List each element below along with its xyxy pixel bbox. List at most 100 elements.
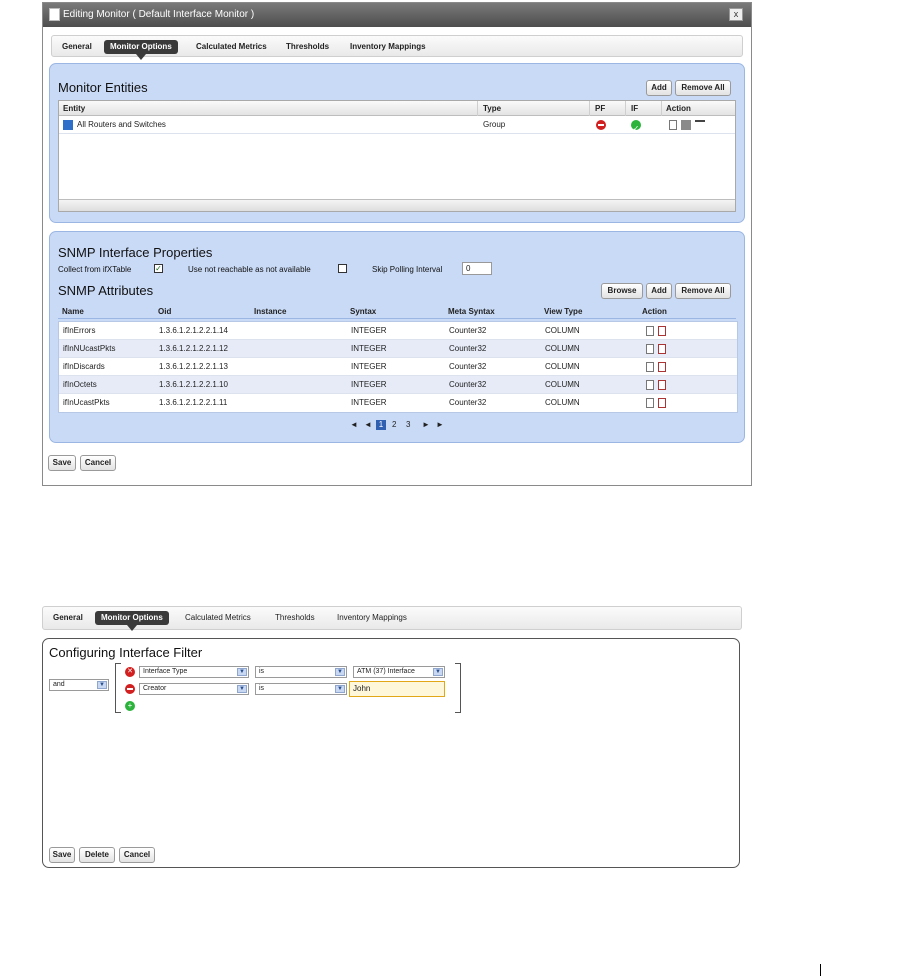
column-divider [477, 101, 478, 116]
group-icon [63, 120, 73, 130]
col-type[interactable]: Type [483, 101, 501, 116]
attributes-table: ifInErrors 1.3.6.1.2.1.2.2.1.14 INTEGER … [58, 321, 738, 413]
filter-value-input[interactable]: John [349, 681, 445, 697]
tab-inventory-mappings[interactable]: Inventory Mappings [344, 40, 432, 54]
edit-icon[interactable] [646, 326, 654, 336]
col-name[interactable]: Name [62, 304, 84, 319]
not-reachable-label: Use not reachable as not available [188, 265, 311, 274]
tab-inventory-mappings[interactable]: Inventory Mappings [331, 611, 413, 625]
col-oid[interactable]: Oid [158, 304, 171, 319]
add-entity-button[interactable]: Add [646, 80, 672, 96]
edit-icon[interactable] [646, 380, 654, 390]
editing-monitor-dialog: Editing Monitor ( Default Interface Moni… [42, 2, 752, 486]
table-row[interactable]: ifInErrors 1.3.6.1.2.1.2.2.1.14 INTEGER … [59, 322, 737, 340]
save-button[interactable]: Save [48, 455, 76, 471]
filter-field-select[interactable]: Creator ▼ [139, 683, 249, 695]
col-meta-syntax[interactable]: Meta Syntax [448, 304, 495, 319]
dialog-titlebar[interactable]: Editing Monitor ( Default Interface Moni… [43, 3, 751, 27]
tab-monitor-options[interactable]: Monitor Options [95, 611, 169, 631]
attr-oid: 1.3.6.1.2.1.2.2.1.10 [159, 380, 228, 389]
prev-page-icon[interactable]: ◄ [364, 418, 372, 432]
attr-syntax: INTEGER [351, 362, 387, 371]
attr-syntax: INTEGER [351, 326, 387, 335]
collect-ifxtable-label: Collect from ifXTable [58, 265, 132, 274]
monitor-entities-panel: Monitor Entities Add Remove All Entity T… [49, 63, 745, 223]
add-filter-icon[interactable]: + [125, 701, 135, 711]
first-page-icon[interactable]: ◄ [350, 418, 358, 432]
close-icon[interactable]: x [729, 8, 743, 21]
col-action[interactable]: Action [666, 101, 691, 116]
chevron-down-icon: ▼ [97, 681, 107, 689]
attributes-table-header: Name Oid Instance Syntax Meta Syntax Vie… [58, 304, 736, 319]
edit-icon[interactable] [646, 398, 654, 408]
tab-thresholds[interactable]: Thresholds [269, 611, 321, 625]
remove-all-entities-button[interactable]: Remove All [675, 80, 731, 96]
table-row[interactable]: ifInOctets 1.3.6.1.2.1.2.2.1.10 INTEGER … [59, 376, 737, 394]
attr-name: ifInOctets [63, 380, 97, 389]
monitor-entities-title: Monitor Entities [58, 80, 148, 95]
page-3-link[interactable]: 3 [406, 418, 410, 432]
col-instance[interactable]: Instance [254, 304, 286, 319]
col-view-type[interactable]: View Type [544, 304, 582, 319]
edit-icon[interactable] [669, 120, 677, 130]
operator-select[interactable]: and ▼ [49, 679, 109, 691]
next-page-icon[interactable]: ► [422, 418, 430, 432]
tab-calculated-metrics[interactable]: Calculated Metrics [190, 40, 273, 54]
table-row[interactable]: ifInNUcastPkts 1.3.6.1.2.1.2.2.1.12 INTE… [59, 340, 737, 358]
col-if[interactable]: IF [631, 101, 638, 116]
filter-field-value: Interface Type [143, 668, 188, 675]
col-syntax[interactable]: Syntax [350, 304, 376, 319]
cancel-button[interactable]: Cancel [80, 455, 116, 471]
col-entity[interactable]: Entity [63, 101, 85, 116]
attr-meta-syntax: Counter32 [449, 398, 487, 407]
edit-icon[interactable] [646, 344, 654, 354]
cancel-button[interactable]: Cancel [119, 847, 155, 863]
monitor-icon[interactable] [681, 120, 691, 130]
save-button[interactable]: Save [49, 847, 75, 863]
skip-polling-input[interactable]: 0 [462, 262, 492, 275]
delete-icon[interactable] [658, 326, 666, 336]
remove-all-attributes-button[interactable]: Remove All [675, 283, 731, 299]
last-page-icon[interactable]: ► [436, 418, 444, 432]
col-pf[interactable]: PF [595, 101, 605, 116]
filter-value-select[interactable]: ATM (37) Interface ▼ [353, 666, 445, 678]
edit-icon[interactable] [646, 362, 654, 372]
tab-calculated-metrics[interactable]: Calculated Metrics [179, 611, 257, 625]
attr-view-type: COLUMN [545, 398, 580, 407]
filter-icon[interactable] [695, 120, 705, 130]
collect-ifxtable-checkbox[interactable]: ✓ [154, 264, 163, 273]
filter-op-select[interactable]: is ▼ [255, 666, 347, 678]
tab-thresholds[interactable]: Thresholds [280, 40, 335, 54]
page-1-link[interactable]: 1 [376, 420, 386, 430]
column-divider [661, 101, 662, 116]
page-margin-rule [820, 964, 821, 976]
pagination: ◄ ◄ 1 2 3 ► ► [350, 418, 460, 432]
filter-op-select[interactable]: is ▼ [255, 683, 347, 695]
table-row[interactable]: All Routers and Switches Group ✓ [59, 116, 735, 134]
delete-icon[interactable] [658, 398, 666, 408]
delete-icon[interactable] [658, 344, 666, 354]
tab-general[interactable]: General [47, 611, 89, 625]
attr-oid: 1.3.6.1.2.1.2.2.1.14 [159, 326, 228, 335]
remove-filter-icon[interactable]: ✕ [125, 667, 135, 677]
table-row[interactable]: ifInUcastPkts 1.3.6.1.2.1.2.2.1.11 INTEG… [59, 394, 737, 412]
remove-filter-icon[interactable] [125, 684, 135, 694]
col-action[interactable]: Action [642, 304, 667, 319]
filter-field-value: Creator [143, 685, 167, 692]
delete-icon[interactable] [658, 362, 666, 372]
filter-field-select[interactable]: Interface Type ▼ [139, 666, 249, 678]
add-attribute-button[interactable]: Add [646, 283, 672, 299]
attr-view-type: COLUMN [545, 380, 580, 389]
delete-icon[interactable] [658, 380, 666, 390]
table-row[interactable]: ifInDiscards 1.3.6.1.2.1.2.2.1.13 INTEGE… [59, 358, 737, 376]
tab-monitor-options[interactable]: Monitor Options [104, 40, 178, 60]
not-reachable-checkbox[interactable] [338, 264, 347, 273]
horizontal-scrollbar[interactable] [59, 199, 735, 211]
pf-disabled-icon [596, 120, 606, 130]
browse-button[interactable]: Browse [601, 283, 643, 299]
attr-meta-syntax: Counter32 [449, 362, 487, 371]
page-2-link[interactable]: 2 [392, 418, 396, 432]
chevron-down-icon: ▼ [237, 685, 247, 693]
tab-general[interactable]: General [56, 40, 98, 54]
delete-button[interactable]: Delete [79, 847, 115, 863]
